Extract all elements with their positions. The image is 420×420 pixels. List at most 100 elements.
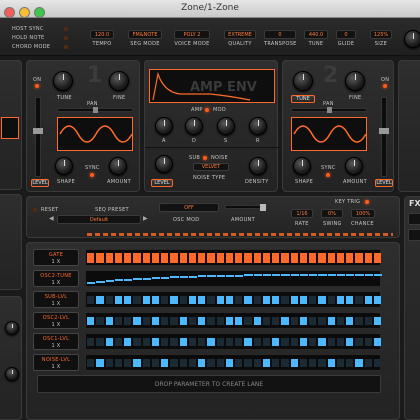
step-cell[interactable] — [105, 253, 113, 263]
step-cell[interactable] — [198, 338, 206, 346]
step-cell[interactable] — [244, 338, 252, 346]
step-cell[interactable] — [235, 253, 243, 263]
voice-mode-value[interactable]: POLY 2 — [174, 30, 210, 39]
step-cell[interactable] — [170, 317, 178, 325]
step-cell[interactable] — [170, 359, 178, 367]
step-cell[interactable] — [142, 253, 150, 263]
step-cell[interactable] — [216, 338, 224, 346]
sub-noise-level-knob[interactable] — [155, 155, 173, 173]
key-trig-led[interactable] — [365, 200, 369, 204]
step-cell[interactable] — [244, 296, 252, 304]
osc1-level-slider[interactable] — [33, 97, 43, 177]
step-cell[interactable] — [114, 317, 122, 325]
step-cell[interactable] — [281, 274, 290, 277]
step-cell[interactable] — [133, 253, 141, 263]
step-cell[interactable] — [318, 253, 326, 263]
step-cell[interactable] — [142, 338, 150, 346]
step-cell[interactable] — [364, 359, 372, 367]
quality-field[interactable]: EXTREME QUALITY — [224, 30, 256, 47]
step-cell[interactable] — [318, 296, 326, 304]
tempo-value[interactable]: 120.0 — [90, 30, 114, 39]
osc-mod-select[interactable]: OFF — [159, 203, 219, 212]
seg-mode-value[interactable]: FM&NOTE — [128, 30, 162, 39]
osc2-pan-handle[interactable] — [327, 107, 332, 113]
step-cell[interactable] — [133, 338, 141, 346]
step-cell[interactable] — [225, 253, 233, 263]
step-cell[interactable] — [290, 317, 298, 325]
step-cell[interactable] — [151, 253, 159, 263]
step-cell[interactable] — [272, 338, 280, 346]
osc1-level-button[interactable]: LEVEL — [31, 179, 49, 187]
env-sustain-knob[interactable] — [217, 117, 235, 135]
step-cell[interactable] — [327, 253, 335, 263]
step-cell[interactable] — [327, 359, 335, 367]
size-value[interactable]: 125% — [370, 30, 392, 39]
step-cell[interactable] — [309, 317, 317, 325]
left-edge-knob-2[interactable] — [5, 367, 19, 381]
step-cell[interactable] — [309, 296, 317, 304]
step-cell[interactable] — [114, 359, 122, 367]
noise-density-knob[interactable] — [249, 157, 267, 175]
step-cell[interactable] — [198, 253, 206, 263]
step-cell[interactable] — [244, 253, 252, 263]
step-cell[interactable] — [336, 296, 344, 304]
step-cell[interactable] — [373, 359, 381, 367]
step-cell[interactable] — [355, 359, 363, 367]
step-cell[interactable] — [179, 253, 187, 263]
env-decay-knob[interactable] — [185, 117, 203, 135]
step-cell[interactable] — [124, 253, 132, 263]
step-cell[interactable] — [355, 317, 363, 325]
step-cell[interactable] — [262, 296, 270, 304]
step-cell[interactable] — [124, 278, 133, 281]
step-cell[interactable] — [235, 359, 243, 367]
step-cell[interactable] — [179, 296, 187, 304]
step-cell[interactable] — [299, 338, 307, 346]
lane-grid-noise-lvl[interactable] — [85, 354, 381, 371]
step-cell[interactable] — [346, 338, 354, 346]
step-cell[interactable] — [262, 274, 271, 277]
step-cell[interactable] — [207, 275, 216, 277]
step-cell[interactable] — [179, 359, 187, 367]
step-cell[interactable] — [290, 359, 298, 367]
step-cell[interactable] — [272, 296, 280, 304]
lane-label-noise-lvl[interactable]: NOISE-LVL 1 X — [33, 354, 79, 371]
step-cell[interactable] — [151, 338, 159, 346]
tune-value[interactable]: 440.0 — [304, 30, 328, 39]
step-cell[interactable] — [188, 253, 196, 263]
step-cell[interactable] — [179, 338, 187, 346]
step-cell[interactable] — [346, 296, 354, 304]
seq-rate-field[interactable]: 1/16 — [291, 209, 313, 218]
osc1-shape-knob[interactable] — [55, 157, 73, 175]
seq-swing-field[interactable]: 0% — [321, 209, 343, 218]
osc2-sync-led[interactable] — [326, 173, 330, 177]
step-cell[interactable] — [364, 317, 372, 325]
step-cell[interactable] — [161, 317, 169, 325]
step-cell[interactable] — [262, 253, 270, 263]
step-cell[interactable] — [318, 359, 326, 367]
step-cell[interactable] — [142, 296, 150, 304]
step-cell[interactable] — [96, 296, 104, 304]
step-cell[interactable] — [244, 359, 252, 367]
step-cell[interactable] — [114, 253, 122, 263]
step-cell[interactable] — [133, 296, 141, 304]
step-cell[interactable] — [161, 359, 169, 367]
seq-preset-prev-icon[interactable]: ◀ — [49, 215, 54, 222]
step-cell[interactable] — [253, 274, 262, 277]
env-release-knob[interactable] — [249, 117, 267, 135]
step-cell[interactable] — [105, 296, 113, 304]
step-cell[interactable] — [364, 253, 372, 263]
step-cell[interactable] — [225, 338, 233, 346]
step-cell[interactable] — [235, 338, 243, 346]
step-cell[interactable] — [281, 338, 289, 346]
step-cell[interactable] — [151, 296, 159, 304]
step-cell[interactable] — [188, 359, 196, 367]
step-cell[interactable] — [216, 274, 225, 277]
step-cell[interactable] — [207, 253, 215, 263]
osc1-level-handle[interactable] — [33, 128, 43, 134]
noise-type-select[interactable]: VELVET — [193, 163, 229, 171]
step-cell[interactable] — [373, 274, 382, 276]
step-cell[interactable] — [198, 296, 206, 304]
step-cell[interactable] — [170, 276, 179, 278]
lane-grid-osc1-lvl[interactable] — [85, 333, 381, 350]
osc-mod-amount-handle[interactable] — [260, 204, 266, 211]
